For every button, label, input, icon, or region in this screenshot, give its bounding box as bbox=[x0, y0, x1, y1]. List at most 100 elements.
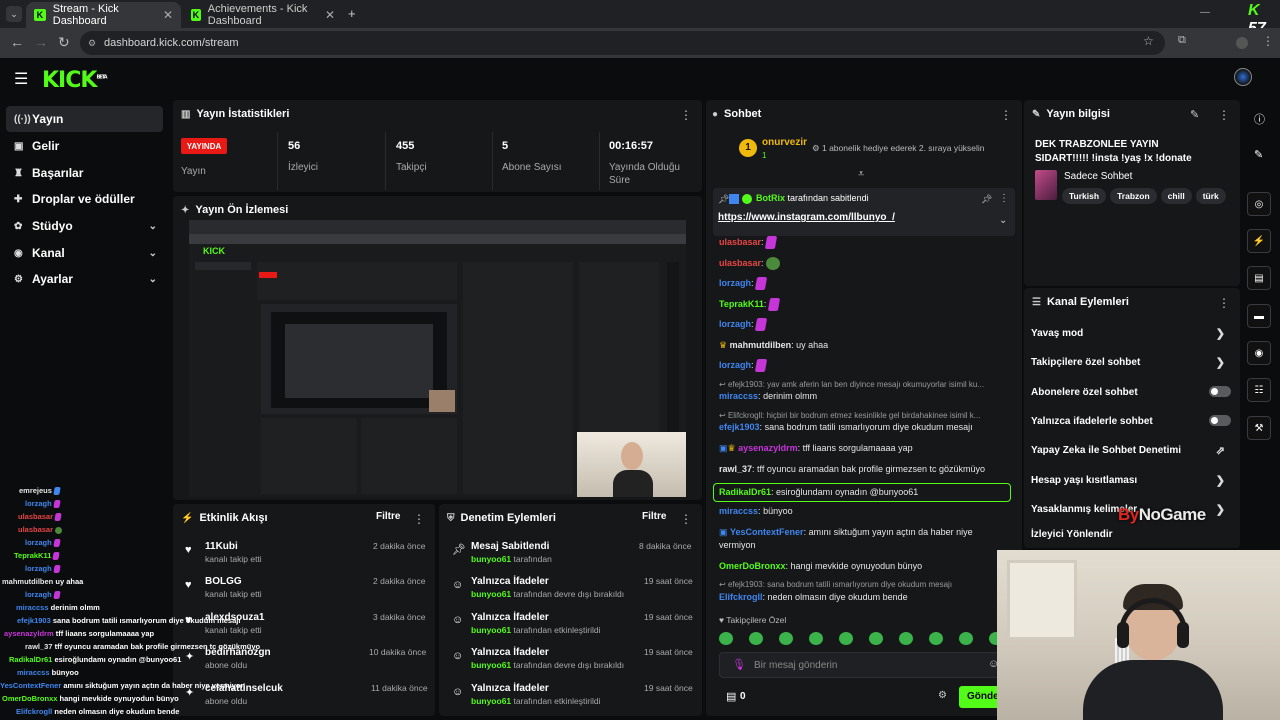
more-options-icon[interactable]: ⋮ bbox=[999, 193, 1009, 204]
emote-icon[interactable] bbox=[899, 632, 913, 645]
microphone-icon[interactable]: 🎙︎ bbox=[732, 658, 746, 671]
emote-icon[interactable] bbox=[719, 632, 733, 645]
more-options-icon[interactable]: ⋮ bbox=[680, 512, 692, 526]
stream-preview-video[interactable]: KICK bbox=[189, 220, 686, 497]
tab-search-icon[interactable]: ⌄ bbox=[6, 6, 22, 22]
kick-favicon-icon: K bbox=[191, 9, 201, 21]
sidebar-item-revenue[interactable]: ▣ Gelir bbox=[6, 133, 163, 159]
wrench-icon[interactable]: ⚒ bbox=[1247, 416, 1271, 440]
pin-icon: 📌︎ bbox=[718, 194, 730, 204]
more-options-icon[interactable]: ⋮ bbox=[680, 108, 692, 122]
overlay-message: mahmutdilben uy ahaa bbox=[2, 577, 84, 586]
chat-message: ♛ mahmutdilben: uy ahaa bbox=[719, 340, 829, 350]
chat-message: TeprakK11: bbox=[719, 298, 1011, 312]
moderation-time: 8 dakika önce bbox=[639, 541, 692, 551]
chat-settings-icon[interactable]: ⚙ bbox=[938, 690, 947, 701]
sidebar-item-settings[interactable]: ⚙ Ayarlar ⌄ bbox=[6, 266, 163, 292]
panel-title: ☰ Kanal Eylemleri bbox=[1032, 296, 1129, 308]
hamburger-menu-icon[interactable]: ☰ bbox=[14, 69, 28, 89]
chat-message: lorzagh: bbox=[719, 277, 1011, 291]
pinned-link[interactable]: https://www.instagram.com/llbunyo_/ bbox=[718, 212, 895, 223]
emote-icon[interactable] bbox=[809, 632, 823, 645]
note-icon[interactable]: ▤ bbox=[1247, 266, 1271, 290]
stream-info-panel: ✎ Yayın bilgisi ✎ ⋮ DEK TRABZONLEE YAYIN … bbox=[1024, 100, 1240, 286]
chat-message: lorzagh: bbox=[719, 318, 1011, 332]
minimize-icon[interactable]: — bbox=[1200, 7, 1210, 18]
close-tab-icon[interactable]: ✕ bbox=[325, 8, 335, 22]
emote-icon[interactable] bbox=[869, 632, 883, 645]
chat-message: Elifckrogll: neden olmasın diye okudum b… bbox=[719, 592, 908, 602]
lightning-icon[interactable]: ⚡ bbox=[1247, 229, 1271, 253]
emote-icon[interactable] bbox=[959, 632, 973, 645]
unpin-icon[interactable]: 📌︎ bbox=[981, 194, 992, 205]
emote-icon[interactable] bbox=[779, 632, 793, 645]
emote-icon[interactable] bbox=[929, 632, 943, 645]
chat-message: ▣♛ aysenazyldrm: tff liaans sorgulamaaaa… bbox=[719, 443, 913, 453]
gift-icon: ✚ bbox=[14, 193, 23, 205]
new-tab-icon[interactable]: + bbox=[348, 6, 356, 21]
gear-icon: ⚙ bbox=[14, 273, 23, 285]
sidebar-item-studio[interactable]: ✿ Stüdyo ⌄ bbox=[6, 213, 163, 239]
more-options-icon[interactable]: ⋮ bbox=[1218, 296, 1230, 310]
site-info-icon[interactable]: ⚙ bbox=[88, 31, 96, 55]
sidebar-item-achievements[interactable]: ♜ Başarılar bbox=[6, 160, 163, 186]
category-name: Sadece Sohbet bbox=[1064, 171, 1133, 182]
duration-value: 00:16:57 bbox=[609, 140, 654, 152]
chevron-right-icon: ❯ bbox=[1215, 357, 1225, 369]
filter-button[interactable]: Filtre bbox=[642, 511, 666, 522]
close-tab-icon[interactable]: ✕ bbox=[163, 8, 173, 22]
overlay-message: lorzagh bbox=[25, 538, 61, 548]
reload-icon[interactable]: ↻ bbox=[58, 34, 70, 51]
points-icon[interactable]: ▤ bbox=[726, 690, 736, 703]
bookmark-star-icon[interactable]: ☆ bbox=[1143, 34, 1154, 48]
more-options-icon[interactable]: ⋮ bbox=[413, 512, 425, 526]
edit-icon[interactable]: ✎ bbox=[1190, 108, 1199, 121]
extensions-icon[interactable]: ⧉ bbox=[1178, 34, 1186, 47]
sidebar-item-drops[interactable]: ✚ Droplar ve ödüller bbox=[6, 186, 163, 212]
back-icon[interactable]: ← bbox=[10, 34, 24, 50]
chevron-down-icon: ⌄ bbox=[148, 220, 157, 232]
profile-avatar[interactable] bbox=[1236, 37, 1248, 49]
emote-icon[interactable] bbox=[839, 632, 853, 645]
tab-stream[interactable]: K Stream - Kick Dashboard ✕ bbox=[26, 2, 181, 28]
menu-icon: ☰ bbox=[1032, 296, 1041, 308]
browser-menu-icon[interactable]: ⋮ bbox=[1262, 34, 1274, 48]
ai-moderation-row[interactable]: Yapay Zeka ile Sohbet Denetimi ⇗ bbox=[1031, 445, 1231, 457]
info-icon[interactable]: ⓘ bbox=[1254, 111, 1265, 127]
raid-row[interactable]: İzleyici Yönlendir bbox=[1031, 529, 1231, 540]
followers-label: Takipçi bbox=[396, 162, 427, 173]
filter-button[interactable]: Filtre bbox=[376, 511, 400, 522]
emote-icon[interactable] bbox=[749, 632, 763, 645]
account-age-row[interactable]: Hesap yaşı kısıtlaması ❯ bbox=[1031, 475, 1231, 487]
tab-title: Achievements - Kick Dashboard bbox=[207, 3, 308, 27]
emotes-only-toggle[interactable] bbox=[1209, 415, 1231, 426]
tab-achievements[interactable]: K Achievements - Kick Dashboard ✕ bbox=[183, 2, 343, 28]
chat-input[interactable]: 🎙︎ Bir mesaj gönderin ☺ bbox=[719, 652, 1011, 678]
overlay-message: ulasbasar bbox=[18, 512, 62, 522]
chevron-down-icon[interactable]: ⌄ bbox=[999, 215, 1007, 226]
subscribers-only-toggle[interactable] bbox=[1209, 386, 1231, 397]
slow-mode-row[interactable]: Yavaş mod ❯ bbox=[1031, 328, 1231, 340]
collapse-icon[interactable]: ⩡ bbox=[858, 168, 864, 181]
sidebar-item-stream[interactable]: ((·)) Yayın bbox=[6, 106, 163, 132]
kick-logo[interactable]: KICKBETA bbox=[42, 68, 108, 93]
chat-message: efejk1903: sana bodrum tatili ısmarlıyor… bbox=[719, 422, 973, 432]
bot-badge-icon bbox=[742, 194, 752, 204]
list-icon[interactable]: ☷ bbox=[1247, 378, 1271, 402]
chat-icon[interactable]: ▬ bbox=[1247, 304, 1271, 328]
user-avatar[interactable] bbox=[1234, 68, 1252, 86]
sidebar-item-label: Kanal bbox=[32, 246, 65, 260]
broadcast-icon[interactable]: ◉ bbox=[1247, 341, 1271, 365]
emote-icon bbox=[754, 359, 768, 373]
pencil-icon[interactable]: ✎ bbox=[1254, 148, 1263, 161]
sidebar-item-channel[interactable]: ◉ Kanal ⌄ bbox=[6, 240, 163, 266]
forward-icon[interactable]: → bbox=[34, 34, 48, 50]
url-field[interactable]: ⚙ dashboard.kick.com/stream bbox=[80, 31, 1165, 55]
activity-time: 11 dakika önce bbox=[371, 683, 428, 693]
overlay-message: YesContextFener amını siktuğum yayın açt… bbox=[0, 681, 246, 690]
more-options-icon[interactable]: ⋮ bbox=[1218, 108, 1230, 122]
followers-only-row[interactable]: Takipçilere özel sohbet ❯ bbox=[1031, 357, 1231, 369]
target-icon[interactable]: ◎ bbox=[1247, 192, 1271, 216]
more-options-icon[interactable]: ⋮ bbox=[1000, 108, 1012, 122]
overlay-message: rawl_37 tff oyuncu aramadan bak profile … bbox=[25, 642, 261, 651]
